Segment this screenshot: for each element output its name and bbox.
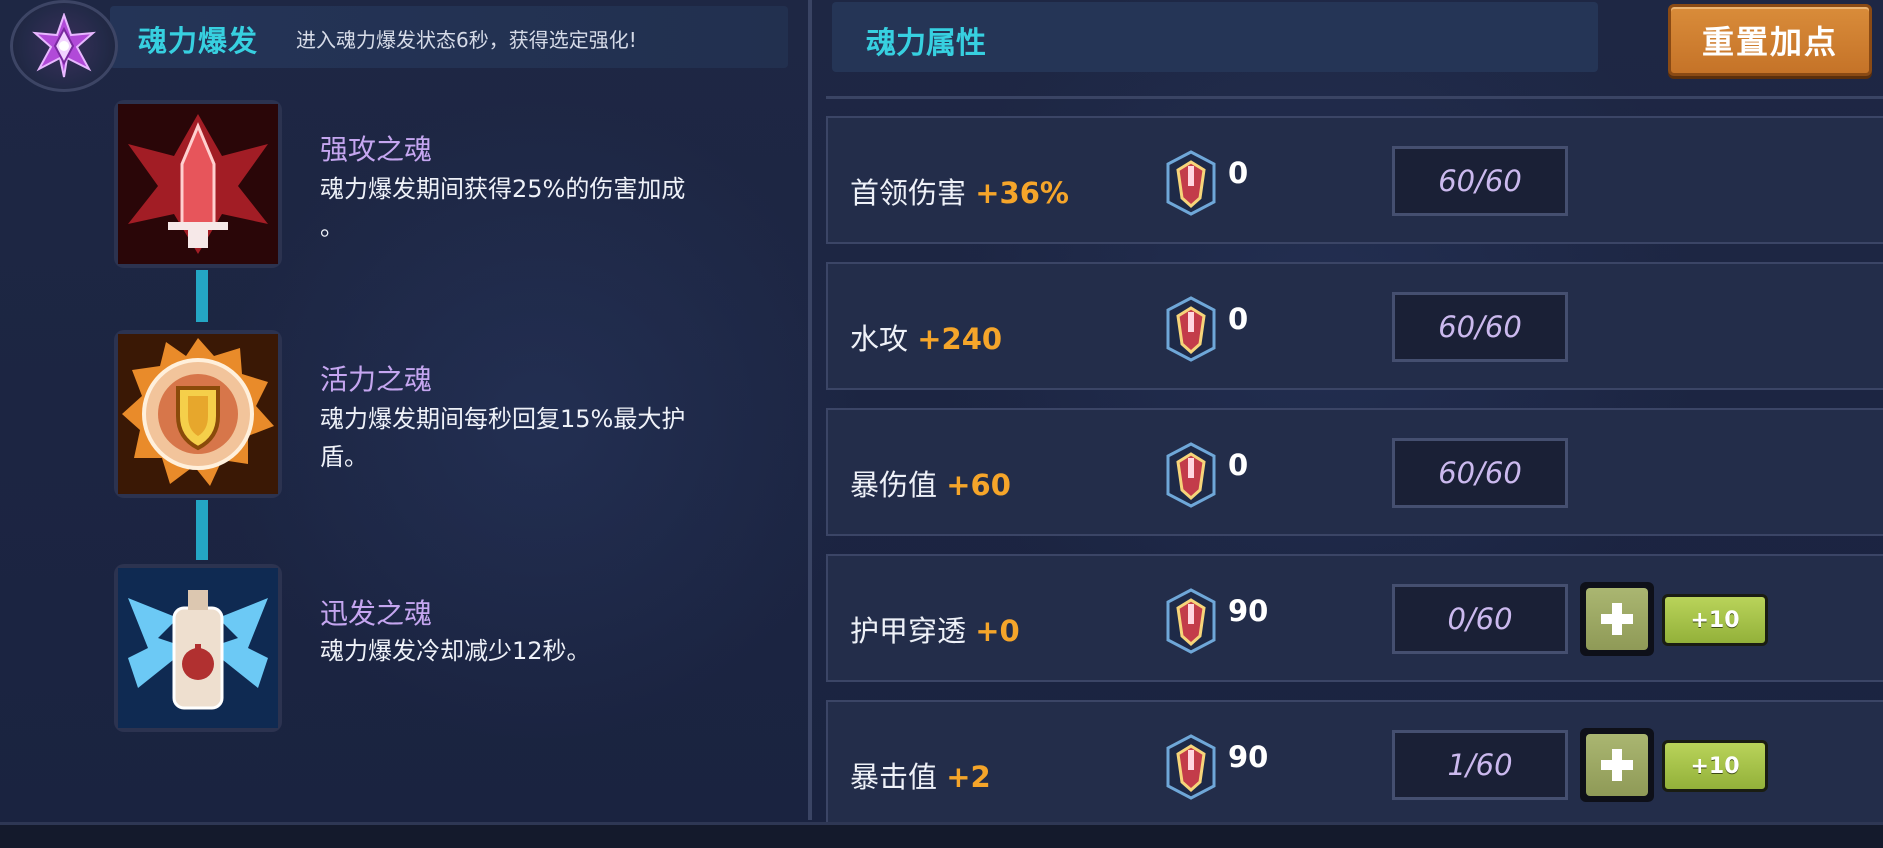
attribute-row-water-attack: 水攻 +240 0 60/60: [826, 262, 1883, 390]
attribute-name: 水攻: [850, 322, 909, 356]
soul-burst-description: 进入魂力爆发状态6秒，获得选定强化!: [296, 28, 637, 52]
attribute-label: 护甲穿透 +0: [850, 608, 1020, 650]
plus-icon: [1586, 734, 1648, 796]
skill-name: 强攻之魂: [320, 133, 433, 166]
cost-value: 0: [1228, 448, 1249, 482]
attribute-row-crit-damage: 暴伤值 +60 0 60/60: [826, 408, 1883, 536]
attribute-bonus: +36%: [975, 176, 1069, 210]
cost-value: 90: [1228, 740, 1269, 774]
skill-frame: [118, 334, 278, 494]
attribute-bonus: +2: [946, 760, 991, 794]
level-counter: 60/60: [1392, 292, 1568, 362]
blue-winged-soul-icon: [118, 568, 278, 728]
reset-points-button[interactable]: 重置加点: [1668, 4, 1872, 76]
add-ten-points-button[interactable]: +10: [1662, 740, 1768, 792]
skill-description-line: 魂力爆发冷却减少12秒。: [320, 637, 591, 665]
add-point-button[interactable]: [1580, 728, 1654, 802]
skill-node-attack-soul[interactable]: [112, 98, 284, 270]
soul-gem-icon: [1166, 734, 1216, 800]
attribute-label: 首领伤害 +36%: [850, 170, 1069, 212]
attribute-name: 暴伤值: [850, 468, 938, 502]
soul-burst-title: 魂力爆发: [138, 24, 259, 58]
cost-value: 0: [1228, 156, 1249, 190]
purple-star-emblem-icon: [10, 0, 118, 92]
skill-description: 魂力爆发冷却减少12秒。: [320, 632, 800, 670]
skill-name: 迅发之魂: [320, 597, 433, 630]
attribute-name: 首领伤害: [850, 176, 967, 210]
attribute-row-crit-rate: 暴击值 +2 90 1/60 +10: [826, 700, 1883, 824]
skill-frame: [118, 104, 278, 264]
soul-attributes-title: 魂力属性: [866, 26, 986, 61]
attribute-row-armor-pierce: 护甲穿透 +0 90 0/60 +10: [826, 554, 1883, 682]
skill-description: 魂力爆发期间每秒回复15%最大护 盾。: [320, 400, 800, 476]
skill-description-line: 。: [320, 213, 344, 241]
panel-divider: [808, 0, 812, 820]
level-counter: 1/60: [1392, 730, 1568, 800]
skill-connector: [196, 270, 208, 322]
cost-value: 0: [1228, 302, 1249, 336]
soul-gem-icon: [1166, 296, 1216, 362]
skill-node-swift-soul[interactable]: [112, 562, 284, 734]
gold-shield-soul-icon: [118, 334, 278, 494]
add-ten-points-button[interactable]: +10: [1662, 594, 1768, 646]
attribute-bonus: +60: [946, 468, 1011, 502]
attribute-label: 暴伤值 +60: [850, 462, 1011, 504]
attribute-name: 护甲穿透: [850, 614, 967, 648]
plus-icon: [1586, 588, 1648, 650]
attribute-row-boss-damage: 首领伤害 +36% 0 60/60: [826, 116, 1883, 244]
skill-description-line: 魂力爆发期间获得25%的伤害加成: [320, 175, 686, 203]
level-counter: 60/60: [1392, 146, 1568, 216]
attribute-bonus: +240: [917, 322, 1003, 356]
attribute-bonus: +0: [975, 614, 1020, 648]
attribute-label: 水攻 +240: [850, 316, 1002, 358]
skill-connector: [196, 500, 208, 560]
skill-name: 活力之魂: [320, 363, 433, 396]
soul-gem-icon: [1166, 442, 1216, 508]
skill-description: 魂力爆发期间获得25%的伤害加成 。: [320, 170, 800, 246]
red-attack-soul-icon: [118, 104, 278, 264]
skill-description-line: 魂力爆发期间每秒回复15%最大护: [320, 405, 686, 433]
attribute-label: 暴击值 +2: [850, 754, 991, 796]
skill-description-line: 盾。: [320, 443, 368, 471]
bottom-bar: [0, 822, 1883, 848]
header-divider: [826, 96, 1883, 99]
skill-frame: [118, 568, 278, 728]
level-counter: 0/60: [1392, 584, 1568, 654]
soul-gem-icon: [1166, 588, 1216, 654]
add-point-button[interactable]: [1580, 582, 1654, 656]
level-counter: 60/60: [1392, 438, 1568, 508]
attribute-name: 暴击值: [850, 760, 938, 794]
soul-gem-icon: [1166, 150, 1216, 216]
skill-node-vitality-soul[interactable]: [112, 328, 284, 500]
cost-value: 90: [1228, 594, 1269, 628]
